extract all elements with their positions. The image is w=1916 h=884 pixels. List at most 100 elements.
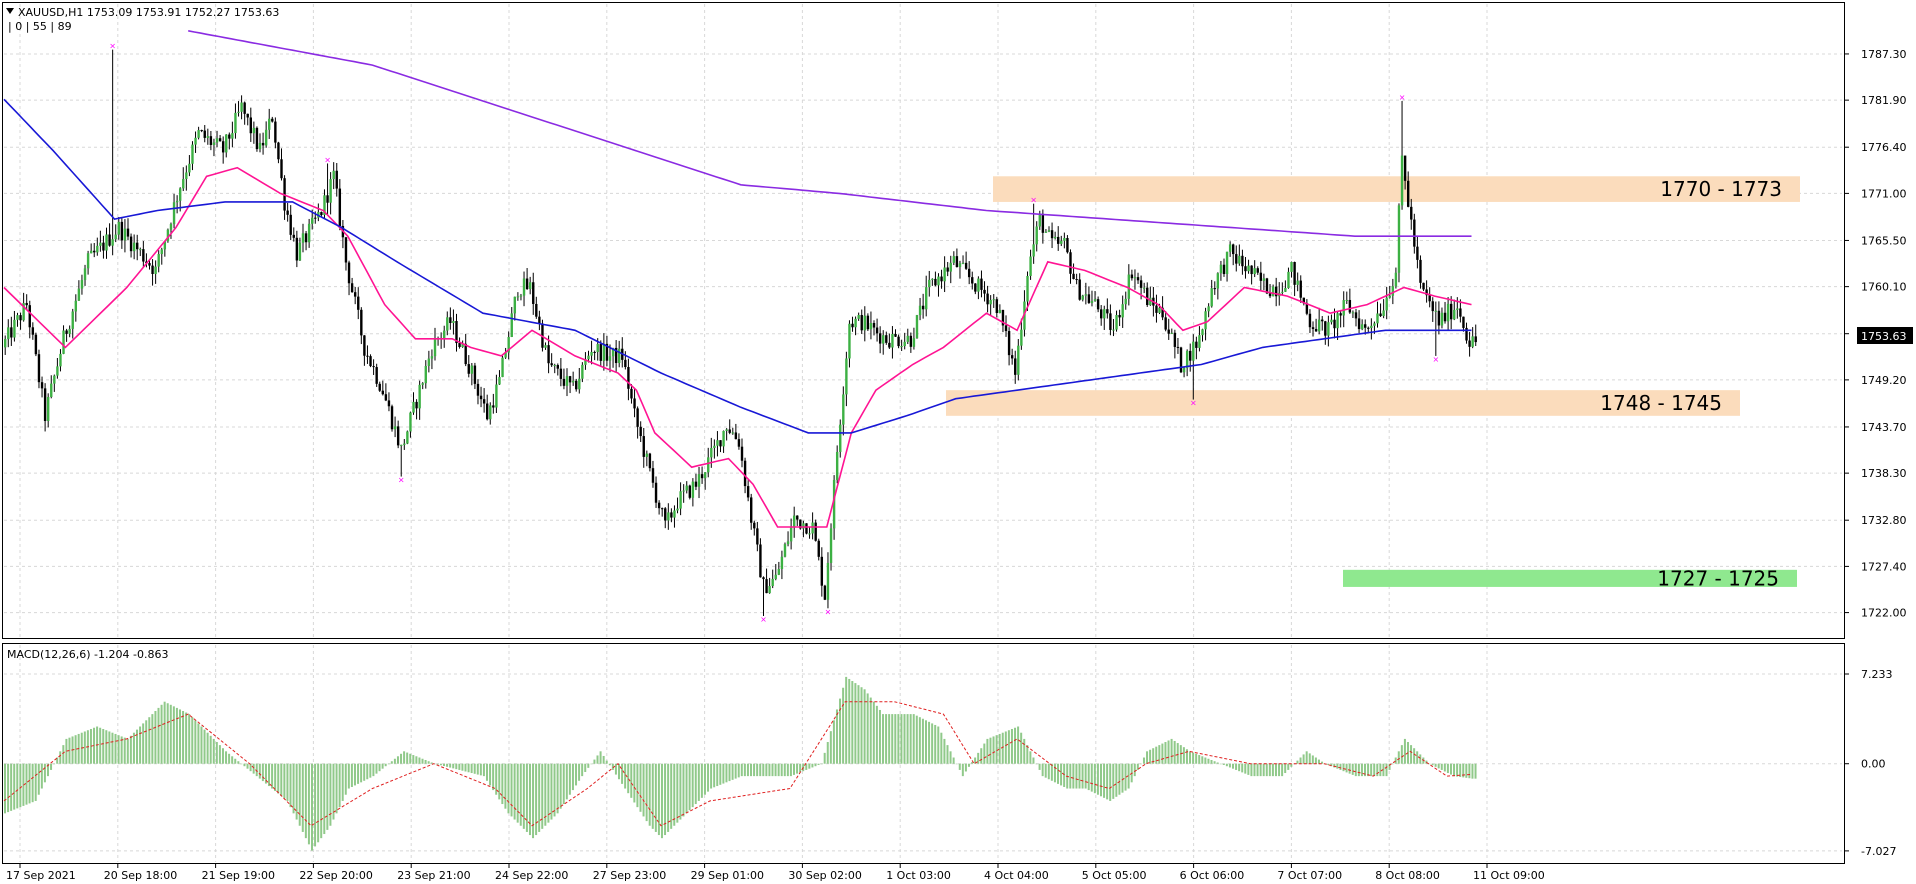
candle-body	[1394, 272, 1398, 287]
candle-body	[221, 141, 225, 153]
candle-body	[132, 242, 136, 252]
candle-body	[403, 443, 406, 445]
macd-bar	[774, 763, 777, 777]
macd-bar	[946, 745, 949, 764]
candle-body	[949, 262, 952, 272]
candle-body	[992, 299, 995, 301]
price-tick-label: 1787.30	[1861, 48, 1907, 61]
candle-body	[627, 367, 630, 389]
macd-bar	[1118, 763, 1121, 795]
candle-body	[479, 395, 483, 400]
candle-body	[998, 309, 1002, 314]
macd-bar	[1121, 763, 1124, 793]
macd-bar	[596, 755, 599, 764]
price-tick-label: 1722.00	[1861, 607, 1907, 620]
candle-body	[888, 342, 891, 348]
candle-body	[80, 280, 84, 289]
macd-bar	[955, 763, 958, 765]
candle-body	[774, 574, 777, 579]
candle-body	[185, 172, 188, 179]
macd-bar	[400, 753, 403, 764]
candle-body	[777, 569, 781, 575]
macd-bar	[786, 763, 789, 777]
candle-body	[1342, 300, 1345, 316]
candle-body	[587, 355, 590, 360]
candle-body	[639, 426, 642, 437]
macd-bar	[1241, 763, 1244, 773]
candle-body	[937, 276, 940, 286]
macd-bar	[1106, 763, 1109, 800]
macd-bar	[897, 714, 900, 764]
macd-bar	[1164, 742, 1167, 764]
candle-body	[1207, 306, 1210, 312]
macd-bar	[102, 728, 105, 764]
candle-body	[154, 266, 157, 274]
macd-bar	[175, 707, 178, 764]
candle-body	[1443, 312, 1447, 322]
candle-body	[369, 356, 372, 367]
macd-bar	[1075, 763, 1078, 789]
candle-body	[1155, 305, 1158, 313]
candle-body	[16, 315, 19, 320]
macd-bar	[1453, 763, 1456, 777]
candle-body	[46, 396, 50, 421]
candle-body	[811, 522, 814, 534]
macd-bar	[627, 763, 630, 794]
fractal-marker: ×	[825, 607, 832, 616]
macd-bar	[258, 763, 261, 779]
macd-bar	[556, 763, 559, 814]
macd-bar	[912, 714, 915, 764]
macd-bar	[728, 763, 731, 782]
candle-body	[1281, 291, 1284, 293]
macd-bar	[1146, 751, 1149, 764]
macd-bar	[1339, 763, 1342, 770]
macd-bar	[108, 731, 111, 764]
macd-bar	[1001, 732, 1004, 764]
candle-body	[1158, 307, 1161, 313]
candle-body	[1179, 347, 1183, 373]
candle-body	[102, 242, 105, 251]
candle-body	[1130, 274, 1134, 279]
candle-body	[1164, 317, 1167, 330]
candle-body	[357, 296, 360, 310]
candle-body	[1308, 313, 1312, 328]
candle-body	[608, 356, 612, 361]
candle-body	[618, 348, 621, 364]
chart-menu-icon[interactable]	[6, 8, 14, 14]
candle-body	[1376, 313, 1379, 324]
candle-body	[759, 544, 762, 578]
candle-body	[1385, 297, 1388, 311]
support-resistance-zones: 1770 - 1773 1748 - 1745 1727 - 1725	[946, 176, 1800, 590]
macd-bar	[218, 745, 221, 764]
candle-body	[1446, 303, 1450, 322]
candle-body	[381, 390, 385, 395]
macd-bar	[372, 763, 375, 777]
macd-bar	[347, 763, 350, 789]
macd-bar	[1281, 763, 1284, 777]
macd-bar	[980, 748, 983, 764]
fractal-marker: ×	[1190, 399, 1197, 408]
candle-body	[136, 242, 139, 250]
candle-body	[1354, 312, 1358, 319]
candle-body	[971, 277, 974, 284]
candle-body	[728, 429, 731, 433]
macd-bar	[679, 763, 682, 820]
candle-body	[1066, 238, 1069, 253]
candle-body	[743, 460, 747, 487]
macd-bar	[808, 763, 811, 769]
candle-body	[1121, 304, 1124, 318]
macd-bar	[1050, 763, 1053, 781]
macd-bar	[651, 763, 654, 829]
macd-bar	[590, 763, 593, 765]
macd-bar	[326, 763, 329, 830]
candle-body	[961, 262, 965, 264]
candle-body	[989, 299, 992, 305]
candle-body	[660, 508, 664, 510]
macd-bar	[1416, 751, 1419, 764]
candle-body	[344, 237, 348, 263]
candle-body	[1185, 350, 1189, 369]
candle-body	[713, 445, 716, 448]
macd-bar	[587, 763, 590, 768]
macd-bar	[225, 751, 228, 764]
candle-body	[289, 214, 292, 235]
